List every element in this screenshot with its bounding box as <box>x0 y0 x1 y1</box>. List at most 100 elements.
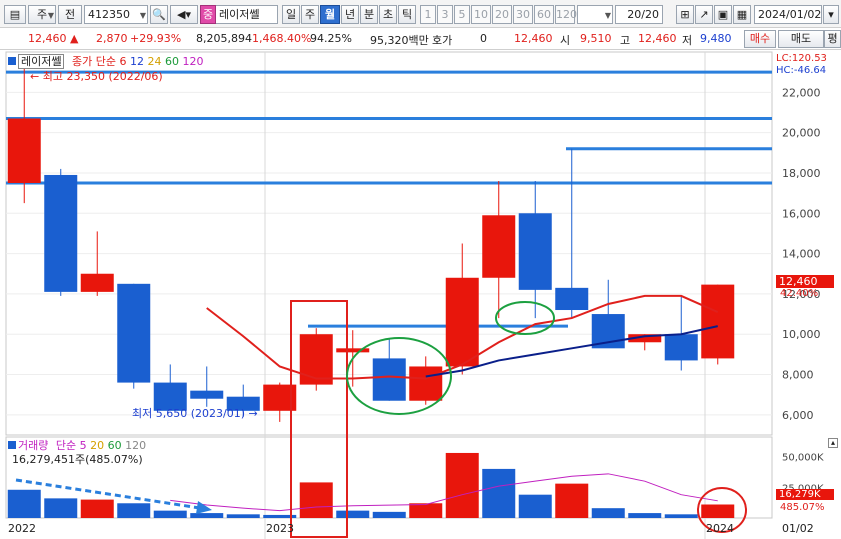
price-tick-label: 16,000 <box>782 207 821 220</box>
low-label: 저 <box>682 34 693 47</box>
volume-bar <box>664 514 698 518</box>
volume-bar <box>226 514 260 518</box>
grid-icon[interactable]: ⊞ <box>676 5 694 24</box>
legend-ma120: 120 <box>182 55 204 68</box>
market-select[interactable]: 전 <box>58 5 82 24</box>
candle-body <box>518 213 552 290</box>
open-label: 시 <box>560 34 571 47</box>
tab-year[interactable]: 년 <box>341 5 359 24</box>
up-arrow-icon: ▲ <box>70 32 79 45</box>
speaker-icon[interactable]: ◀▾ <box>170 5 198 24</box>
low-price: 9,480 <box>700 32 732 45</box>
candle-body <box>482 215 516 278</box>
x-label-2023: 2023 <box>266 522 294 535</box>
interval-1[interactable]: 1 <box>420 5 436 24</box>
interval-120[interactable]: 120 <box>555 5 577 24</box>
tab-minute[interactable]: 분 <box>360 5 378 24</box>
tab-day[interactable]: 일 <box>282 5 300 24</box>
interval-60[interactable]: 60 <box>534 5 554 24</box>
count-total: /20 <box>641 8 659 21</box>
tab-week[interactable]: 주 <box>301 5 319 24</box>
interval-30[interactable]: 30 <box>513 5 533 24</box>
eval-button[interactable]: 평 <box>824 30 841 48</box>
stock-name-field[interactable]: 레이저쎌 <box>216 5 278 24</box>
tab-tick[interactable]: 틱 <box>398 5 416 24</box>
volume-bar <box>190 513 224 518</box>
candle-body <box>701 284 735 359</box>
price-tag: 12,460 <box>776 275 834 288</box>
trend-icon[interactable]: ↗ <box>695 5 713 24</box>
volume-bar <box>299 482 333 518</box>
high-price: 12,460 <box>638 32 677 45</box>
volume-bar <box>372 511 406 518</box>
hc-readout: HC:-46.64 <box>776 65 827 76</box>
volume-bar <box>555 483 589 518</box>
count-input[interactable]: 20/20 <box>615 5 663 24</box>
candle-body <box>409 366 443 401</box>
save-icon[interactable]: ▣ <box>714 5 732 24</box>
tab-tick-label: 틱 <box>401 8 413 21</box>
period-select[interactable]: 주 ▼ <box>28 5 56 24</box>
stock-code-value: 412350 <box>88 8 130 21</box>
legend-ma-label: 종가 단순 <box>71 55 116 68</box>
stock-code-input[interactable]: 412350 ▼ <box>84 5 148 24</box>
candle-body <box>44 174 78 292</box>
interval-20-label: 20 <box>495 8 509 21</box>
buy-button[interactable]: 매수 <box>744 30 776 48</box>
chart-menu-icon[interactable]: ▤ <box>4 5 26 24</box>
volume-value: 16,279,451주(485.07%) <box>12 453 143 466</box>
interval-5[interactable]: 5 <box>454 5 470 24</box>
last-price: 12,460 <box>514 32 553 45</box>
x-label-date: 01/02 <box>782 522 814 535</box>
legend-ma6: 6 <box>119 55 127 68</box>
market-select-value: 전 <box>64 8 76 21</box>
eval-button-label: 평 <box>827 32 838 45</box>
interval-3[interactable]: 3 <box>437 5 453 24</box>
search-icon[interactable]: 🔍 <box>150 5 168 24</box>
chart-toolbar: ▤ 주 ▼ 전 412350 ▼ 🔍 ◀▾ 중 레이저쎌 일 주 월 년 분 초 틱… <box>0 0 841 28</box>
tab-year-label: 년 <box>344 8 356 21</box>
candle-body <box>664 334 698 361</box>
candle-body <box>7 118 41 184</box>
tab-month-label: 월 <box>324 8 336 21</box>
price-tick-label: 8,000 <box>782 369 814 382</box>
count-value: 20 <box>627 8 642 21</box>
tab-day-label: 일 <box>285 8 297 21</box>
sell-button-label: 매도 <box>790 32 812 45</box>
tab-month[interactable]: 월 <box>320 5 340 24</box>
candle-body <box>117 283 151 383</box>
interval-10-label: 10 <box>474 8 488 21</box>
calendar-dropdown-icon[interactable]: ▾ <box>823 5 839 24</box>
calendar-icon[interactable]: ▦ <box>733 5 751 24</box>
volume-bar <box>701 504 735 518</box>
candle-body <box>555 287 589 311</box>
current-price: 12,460 <box>28 32 67 45</box>
interval-30-label: 30 <box>516 8 530 21</box>
volume-pane-menu-icon[interactable]: ▴ <box>828 438 838 448</box>
change-percent: +29.93% <box>130 32 182 45</box>
tab-week-label: 주 <box>304 8 316 21</box>
interval-custom-input[interactable]: ▼ <box>577 5 613 24</box>
bid-label: 호가 <box>432 34 453 47</box>
price-tick-label: 14,000 <box>782 248 821 261</box>
volume-tick-label: 50,000K <box>782 453 824 464</box>
sell-button[interactable]: 매도 <box>778 30 824 48</box>
volume-bar <box>409 503 443 518</box>
tab-second[interactable]: 초 <box>379 5 397 24</box>
interval-20[interactable]: 20 <box>492 5 512 24</box>
low-note-text: 최저 5,650 (2023/01) <box>132 407 246 420</box>
open-price: 9,510 <box>580 32 612 45</box>
chart-area: 6,000 8,000 10,000 12,000 14,000 16,000 18,000… <box>0 50 841 539</box>
volume-bar <box>336 510 370 518</box>
legend-stock-name: 레이저쎌 <box>18 54 65 69</box>
legend-ma24: 24 <box>147 55 162 68</box>
volume-bar <box>445 452 479 518</box>
legend-ma60: 60 <box>164 55 179 68</box>
interval-10[interactable]: 10 <box>471 5 491 24</box>
volume-bar <box>80 499 114 518</box>
stock-badge: 중 <box>200 5 216 24</box>
volume-square-icon <box>8 441 16 449</box>
quote-bar: 12,460 ▲ 2,870 +29.93% 8,205,894 1,468.4… <box>0 28 841 50</box>
date-input[interactable]: 2024/01/02 <box>754 5 822 24</box>
high-label: 고 <box>620 34 631 47</box>
